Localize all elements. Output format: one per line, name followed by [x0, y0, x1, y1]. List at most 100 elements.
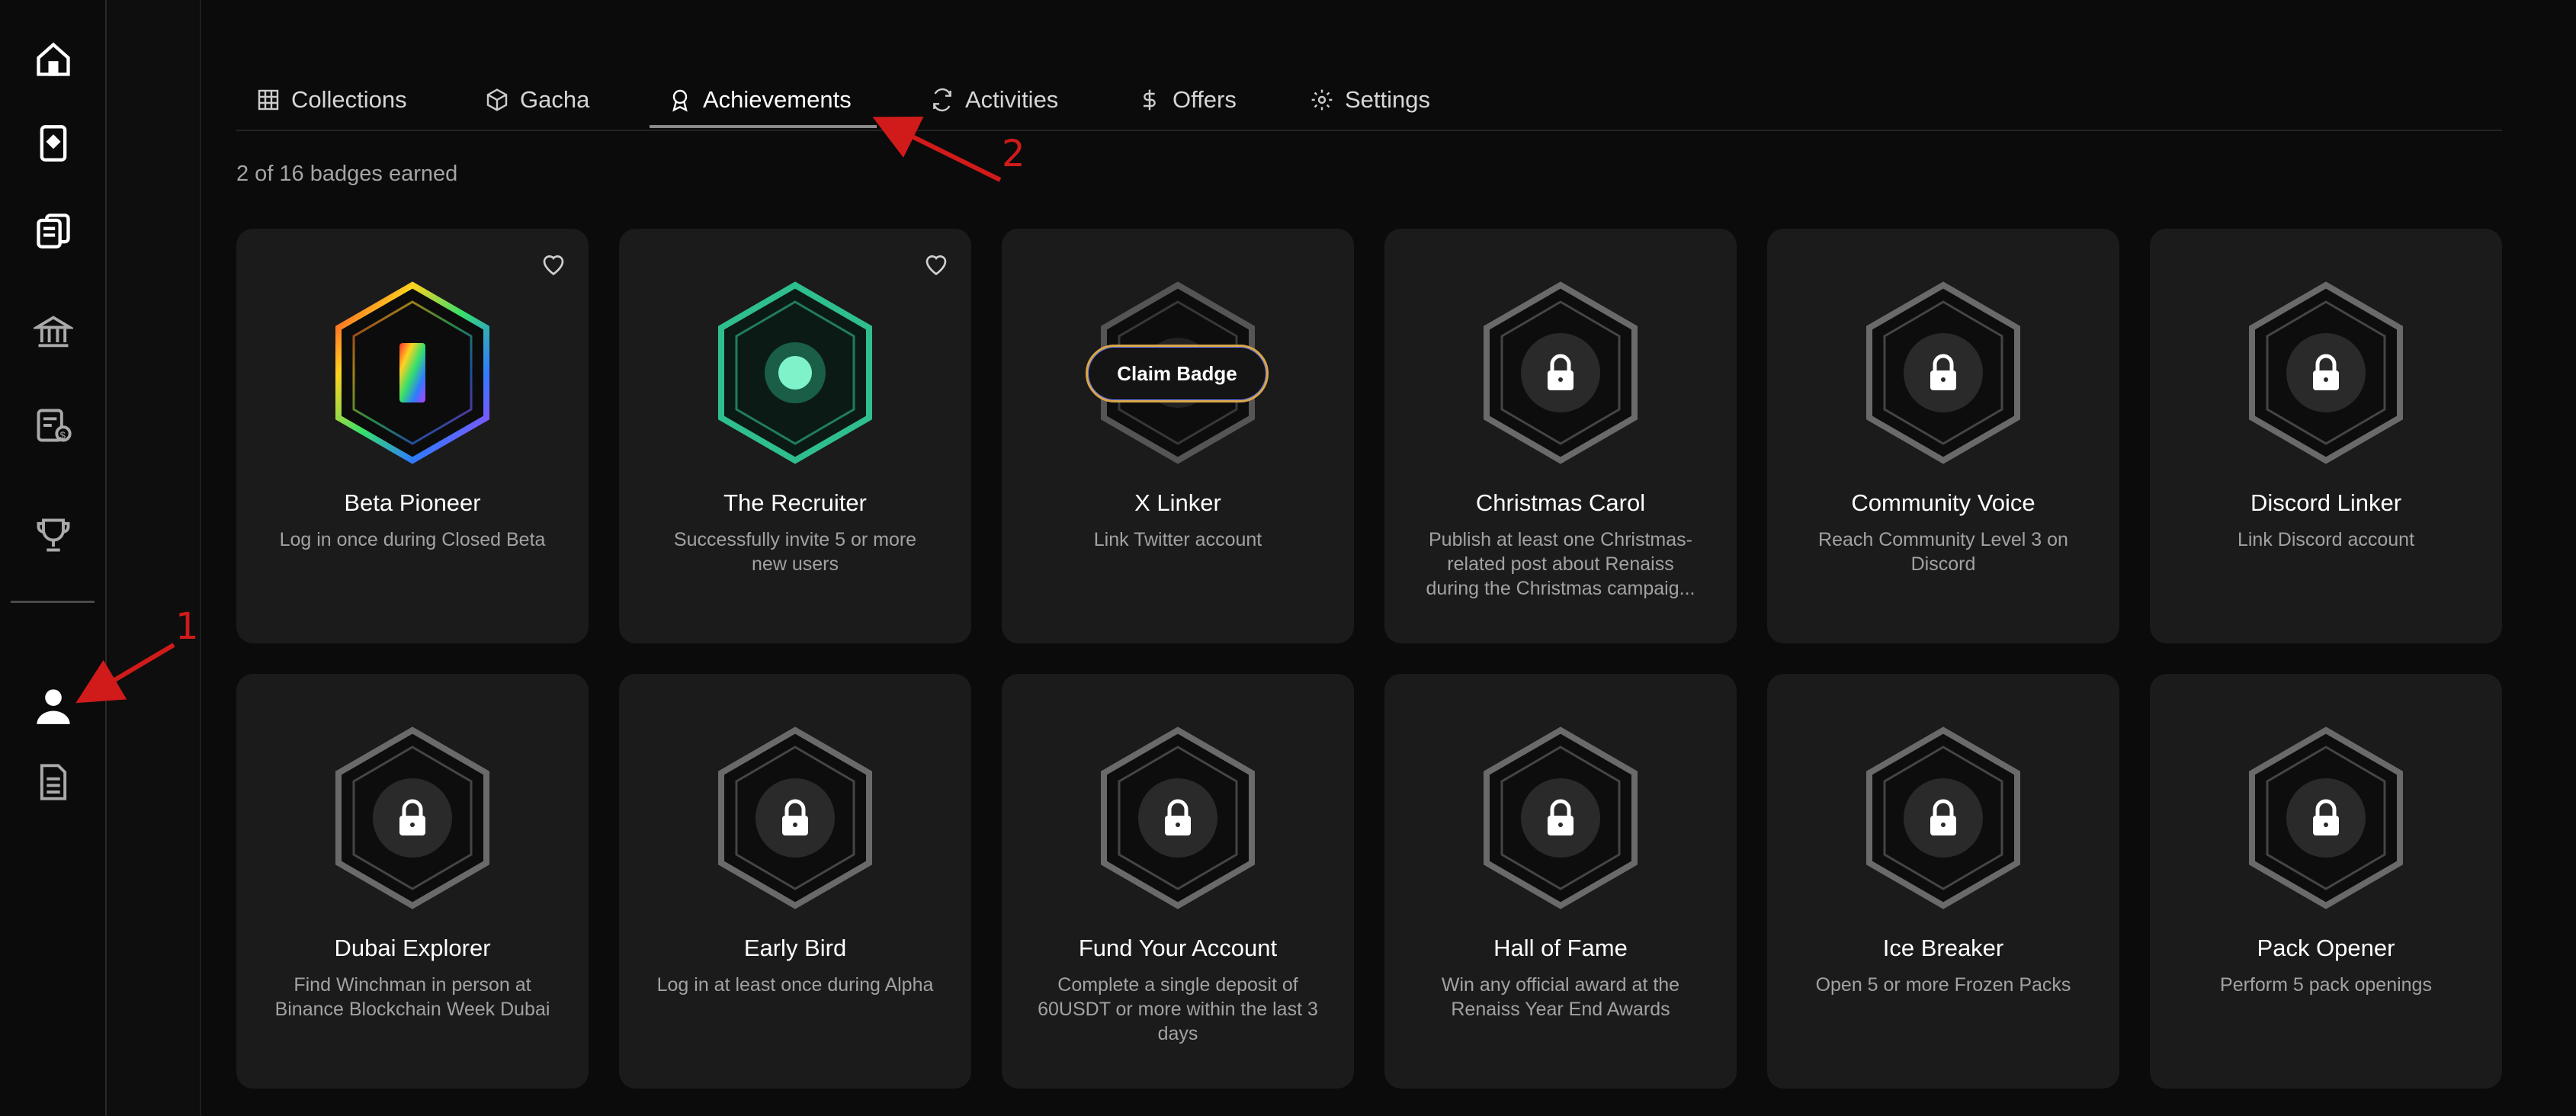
annotation-arrow-2: [872, 117, 1002, 182]
badge-description: Open 5 or more Frozen Packs: [1790, 973, 2096, 997]
badge-title: Community Voice: [1851, 489, 2035, 516]
badge-title: Hall of Fame: [1493, 935, 1628, 961]
badge-description-line: Link Twitter account: [1093, 529, 1262, 550]
badge-description: Perform 5 pack openings: [2173, 973, 2479, 997]
tab-label: Offers: [1173, 86, 1237, 113]
tab-settings[interactable]: Settings: [1310, 69, 1430, 131]
badge-card[interactable]: Ice Breaker Open 5 or more Frozen Packs: [1767, 674, 2119, 1089]
badge-card[interactable]: Community Voice Reach Community Level 3 o…: [1767, 229, 2119, 643]
trophy-icon[interactable]: [27, 509, 79, 561]
badge-card[interactable]: Dubai Explorer Find Winchman in person at…: [236, 674, 589, 1089]
badge-description: Log in once during Closed Beta: [259, 528, 566, 552]
badge-hexagon-icon: [332, 281, 492, 465]
badge-description: Reach Community Level 3 on Discord: [1790, 528, 2096, 576]
badge-hexagon-icon: [1863, 281, 2023, 465]
badge-title: Christmas Carol: [1475, 489, 1646, 516]
badge-description-line: Renaiss Year End Awards: [1451, 999, 1670, 1020]
tab-bar: Collections Gacha Achievements Activitie…: [236, 69, 2502, 131]
tab-label: Activities: [965, 86, 1059, 113]
home-icon[interactable]: [27, 34, 79, 85]
badge-description: Log in at least once during Alpha: [642, 973, 948, 997]
sidebar: $: [0, 0, 107, 1116]
badge-description-line: Open 5 or more Frozen Packs: [1815, 974, 2071, 996]
badge-hexagon-icon: [2246, 726, 2406, 910]
badge-description-line: related post about Renaiss: [1447, 553, 1674, 575]
badge-hexagon-icon: [1098, 726, 1258, 910]
badge-hexagon-icon: [1480, 281, 1641, 465]
badge-description: Successfully invite 5 or more new users: [642, 528, 948, 576]
active-tab-indicator: [650, 125, 877, 128]
badge-title: The Recruiter: [723, 489, 867, 516]
badge-description-line: Win any official award at the: [1441, 974, 1680, 996]
sidebar-divider: [11, 601, 95, 603]
badge-card[interactable]: Beta Pioneer Log in once during Closed Be…: [236, 229, 589, 643]
badge-card[interactable]: Discord Linker Link Discord account: [2150, 229, 2502, 643]
gacha-cube-icon: [486, 88, 508, 111]
badge-description: Link Discord account: [2173, 528, 2479, 552]
badge-hexagon-icon: [715, 281, 875, 465]
badge-description-line: Perform 5 pack openings: [2220, 974, 2432, 996]
grid-icon: [258, 89, 279, 111]
bank-icon[interactable]: [27, 306, 79, 358]
badge-card[interactable]: Hall of Fame Win any official award at th…: [1384, 674, 1737, 1089]
annotation-number-2: 2: [1002, 133, 1025, 175]
badge-description: Win any official award at the Renaiss Yea…: [1407, 973, 1714, 1021]
tab-achievements[interactable]: Achievements: [668, 69, 852, 131]
badge-description-line: Log in at least once during Alpha: [656, 974, 934, 996]
badge-title: Discord Linker: [2250, 489, 2402, 516]
badge-title: Beta Pioneer: [344, 489, 481, 516]
svg-text:$: $: [60, 429, 66, 441]
refresh-icon: [933, 88, 951, 112]
app-root: $ Collections Gacha Achievements Activit…: [0, 0, 2576, 1116]
badge-card[interactable]: Early Bird Log in at least once during Al…: [619, 674, 971, 1089]
dollar-icon: [1144, 89, 1156, 111]
badge-title: Dubai Explorer: [334, 935, 491, 961]
badge-hexagon-icon: [715, 726, 875, 910]
badge-description-line: Successfully invite 5 or more: [673, 529, 917, 550]
gear-icon: [1311, 89, 1333, 111]
badge-card[interactable]: Christmas Carol Publish at least one Chri…: [1384, 229, 1737, 643]
badge-description: Link Twitter account: [1025, 528, 1331, 552]
award-icon: [672, 89, 688, 112]
badge-description-line: Log in once during Closed Beta: [279, 529, 546, 550]
card-dollar-icon[interactable]: $: [27, 399, 79, 451]
badge-card[interactable]: The Recruiter Successfully invite 5 or mo…: [619, 229, 971, 643]
collection-stack-icon[interactable]: [27, 204, 79, 256]
tab-label: Collections: [291, 86, 407, 113]
tab-label: Gacha: [520, 86, 590, 113]
badge-hexagon-icon: [2246, 281, 2406, 465]
tab-gacha[interactable]: Gacha: [485, 69, 589, 131]
profile-icon[interactable]: [27, 680, 79, 732]
badge-description-line: during the Christmas campaig...: [1426, 578, 1695, 599]
badge-title: Fund Your Account: [1078, 935, 1278, 961]
badge-description-line: Binance Blockchain Week Dubai: [274, 999, 550, 1020]
tab-label: Settings: [1345, 86, 1431, 113]
badge-description-line: Link Discord account: [2237, 529, 2415, 550]
badge-title: Early Bird: [743, 935, 847, 961]
badge-title: Pack Opener: [2257, 935, 2395, 961]
tab-offers[interactable]: Offers: [1137, 69, 1237, 131]
badge-hexagon-icon: [1480, 726, 1641, 910]
claim-badge-button[interactable]: Claim Badge: [1086, 345, 1269, 402]
badge-card[interactable]: Claim Badge X Linker Link Twitter account: [1002, 229, 1354, 643]
badge-description-line: days: [1157, 1023, 1198, 1044]
badge-description-line: Discord: [1910, 553, 1976, 575]
favorite-heart-icon[interactable]: [540, 250, 567, 277]
tab-collections[interactable]: Collections: [256, 69, 407, 131]
favorite-heart-icon[interactable]: [922, 250, 950, 277]
badge-card[interactable]: Fund Your Account Complete a single depos…: [1002, 674, 1354, 1089]
tab-label: Achievements: [703, 86, 852, 113]
badge-title: Ice Breaker: [1882, 935, 2004, 961]
badge-hexagon-icon: [332, 726, 492, 910]
badge-description: Find Winchman in person at Binance Blockc…: [259, 973, 566, 1021]
tab-activities[interactable]: Activities: [930, 69, 1058, 131]
badge-description-line: 60USDT or more within the last 3: [1038, 999, 1318, 1020]
document-icon[interactable]: [27, 756, 79, 808]
badge-card[interactable]: Pack Opener Perform 5 pack openings: [2150, 674, 2502, 1089]
badge-description: Complete a single deposit of 60USDT or mo…: [1025, 973, 1331, 1046]
badge-description-line: new users: [752, 553, 839, 575]
badge-hexagon-icon: [1863, 726, 2023, 910]
cards-icon[interactable]: [27, 117, 79, 169]
badge-title: X Linker: [1134, 489, 1221, 516]
annotation-number-1: 1: [175, 605, 199, 648]
